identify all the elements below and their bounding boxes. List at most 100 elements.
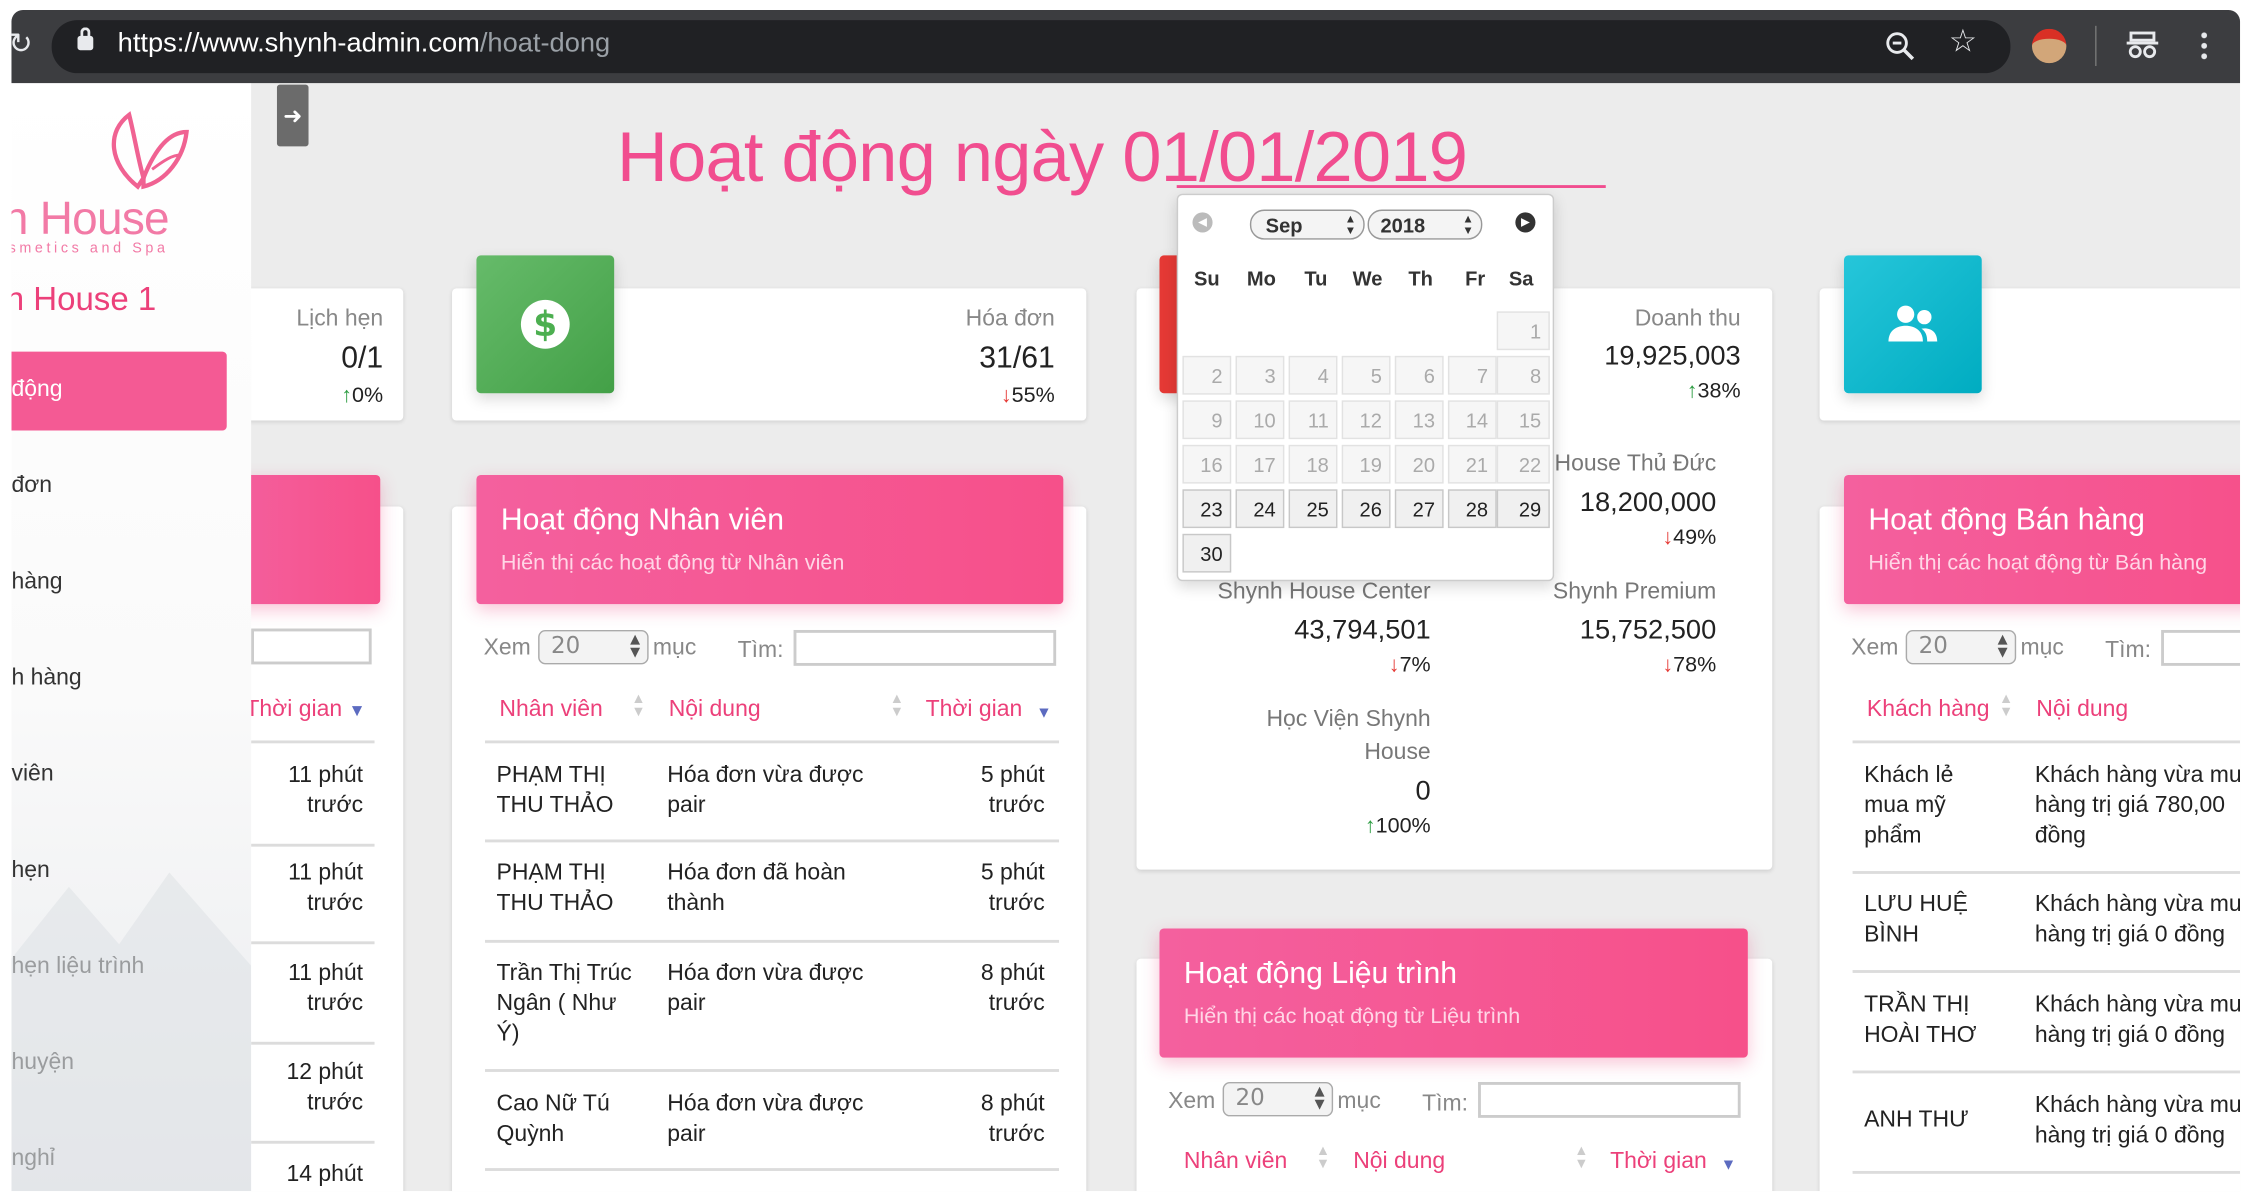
calendar-day: 6 xyxy=(1394,355,1444,395)
time-cell: 5 phút xyxy=(980,860,1045,886)
mountain-background xyxy=(11,872,252,1192)
butterfly-logo-icon xyxy=(111,111,189,190)
invoice-icon-box: $ xyxy=(476,255,615,394)
left-col-time[interactable]: Thời gian xyxy=(245,697,342,721)
calendar-day: 15 xyxy=(1496,400,1550,440)
select-arrows-icon: ▲ ▼ xyxy=(1462,212,1474,237)
left-activity-panel xyxy=(226,506,404,1192)
staff-search-input[interactable] xyxy=(793,629,1057,666)
calendar-day[interactable]: 26 xyxy=(1341,489,1391,529)
search-label: Tìm: xyxy=(737,638,784,663)
sort-icon[interactable]: ▲ ▼ xyxy=(890,692,904,719)
calendar-day: 2 xyxy=(1182,355,1232,395)
incognito-icon[interactable] xyxy=(2125,29,2159,61)
prev-month-icon[interactable]: ◀ xyxy=(1192,212,1213,233)
content-cell: thành xyxy=(667,891,725,916)
sidebar-item-1[interactable]: động xyxy=(11,377,62,403)
col-content[interactable]: Nội dung xyxy=(669,697,761,723)
star-icon[interactable]: ☆ xyxy=(1949,27,1977,59)
content-cell: Hóa đơn vừa được xyxy=(667,763,864,788)
left-search-input[interactable] xyxy=(251,628,372,665)
calendar-day[interactable]: 25 xyxy=(1288,489,1338,529)
panel-title: Hoạt động Liệu trình xyxy=(1183,957,1457,991)
calendar-day[interactable]: 27 xyxy=(1394,489,1444,529)
panel-subtitle: Hiển thị các hoạt động từ Bán hàng xyxy=(1868,551,2208,576)
staff-name-cell: PHẠM THỊ xyxy=(496,860,606,886)
sort-icon[interactable]: ▲ ▼ xyxy=(1574,1144,1588,1171)
page-size-select[interactable]: 20 ▲ ▼ xyxy=(1905,629,2017,665)
next-month-icon[interactable]: ▶ xyxy=(1515,212,1536,233)
branch-value: 0 xyxy=(1415,776,1431,807)
content-cell: pair xyxy=(667,1122,706,1147)
row-divider xyxy=(485,939,1060,943)
sort-desc-icon[interactable]: ▼ xyxy=(1036,705,1052,722)
url-text[interactable]: https://www.shynh-admin.com/hoat-dong xyxy=(118,29,611,61)
page-size-select[interactable]: 20 ▲ ▼ xyxy=(1222,1081,1334,1117)
panel-subtitle: Hiển thị các hoạt động từ Nhân viên xyxy=(500,551,845,576)
calendar-day: 17 xyxy=(1235,444,1285,484)
col-staff[interactable]: Nhân viên xyxy=(1184,1149,1287,1175)
col-content[interactable]: Nội dung xyxy=(1353,1149,1445,1175)
sidebar-item-5[interactable]: viên xyxy=(11,762,53,788)
staff-name-cell: Quỳnh xyxy=(496,1122,565,1147)
calendar-day: 1 xyxy=(1496,311,1550,351)
content-cell: Khách hàng vừa mu xyxy=(2034,892,2241,917)
arrow-left-icon[interactable]: ➜ xyxy=(276,84,309,147)
select-arrows-icon: ▲ ▼ xyxy=(1997,632,2008,661)
time-cell: 11 phút xyxy=(288,860,364,886)
page-size-select[interactable]: 20 ▲ ▼ xyxy=(538,629,649,665)
col-time[interactable]: Thời gian xyxy=(926,697,1023,723)
sales-search-input[interactable] xyxy=(2161,629,2241,666)
col-staff[interactable]: Nhân viên xyxy=(499,697,602,723)
time-cell: trước xyxy=(988,1122,1045,1147)
calendar-day: 10 xyxy=(1235,400,1285,440)
year-select[interactable]: 2018 ▲ ▼ xyxy=(1367,209,1483,240)
calendar-day[interactable]: 28 xyxy=(1447,489,1497,529)
sidebar-item-3[interactable]: hàng xyxy=(11,570,62,596)
col-customer[interactable]: Khách hàng xyxy=(1867,697,1990,723)
arrow-down-icon: ↓ xyxy=(1662,652,1674,678)
row-divider xyxy=(251,843,375,847)
arrow-down-icon: ↓ xyxy=(1000,383,1012,408)
arrow-up-icon: ↑ xyxy=(1686,378,1698,404)
branch-value: 15,752,500 xyxy=(1579,615,1717,646)
menu-kebab-icon[interactable] xyxy=(2201,30,2208,62)
customer-name-cell: TRẦN THỊ xyxy=(1864,993,1970,1018)
sidebar-item-2[interactable]: đơn xyxy=(11,474,52,500)
sidebar-item-4[interactable]: h hàng xyxy=(11,666,81,692)
staff-name-cell: PHẠM THỊ xyxy=(496,763,606,788)
month-select[interactable]: Sep ▲ ▼ xyxy=(1249,209,1365,240)
sort-desc-icon[interactable]: ▼ xyxy=(1721,1157,1737,1174)
row-divider xyxy=(1852,1170,2241,1174)
sort-icon[interactable]: ▲ ▼ xyxy=(631,692,645,719)
col-time[interactable]: Thời gian xyxy=(1610,1149,1707,1175)
content-cell: Hóa đơn vừa được xyxy=(667,1092,864,1117)
time-cell: trước xyxy=(988,793,1045,818)
branch-value: 43,794,501 xyxy=(1294,615,1431,646)
sort-desc-icon[interactable]: ▼ xyxy=(349,700,366,720)
weekday-header: Mo xyxy=(1246,266,1276,290)
zoom-icon[interactable] xyxy=(1884,30,1916,62)
extension-avatar-icon[interactable] xyxy=(2031,28,2067,64)
content-cell: Khách hàng vừa mu xyxy=(2034,763,2241,788)
entries-label: mục xyxy=(652,635,697,661)
calendar-day[interactable]: 29 xyxy=(1496,489,1550,529)
calendar-day: 3 xyxy=(1235,355,1285,395)
customer-name-cell: HOÀI THƠ xyxy=(1864,1023,1977,1048)
calendar-day[interactable]: 24 xyxy=(1235,489,1285,529)
treatment-search-input[interactable] xyxy=(1478,1081,1741,1118)
sort-icon[interactable]: ▲ ▼ xyxy=(1316,1144,1330,1171)
calendar-day[interactable]: 30 xyxy=(1182,533,1232,573)
reload-icon[interactable]: ↻ xyxy=(9,29,33,58)
customer-name-cell: mua mỹ xyxy=(1864,793,1946,818)
logo-tagline: smetics and Spa xyxy=(11,241,169,257)
time-cell: trước xyxy=(988,891,1045,916)
calendar-day[interactable]: 23 xyxy=(1182,489,1232,529)
entries-label: mục xyxy=(2020,635,2064,661)
col-content[interactable]: Nội dung xyxy=(2036,697,2128,723)
calendar-day: 19 xyxy=(1341,444,1391,484)
stat-card-appointments: Lịch hẹn 0/1 ↑0% xyxy=(226,288,404,421)
weekday-header: Th xyxy=(1408,266,1433,290)
row-divider xyxy=(485,1069,1060,1072)
sort-icon[interactable]: ▲ ▼ xyxy=(1999,692,2013,719)
